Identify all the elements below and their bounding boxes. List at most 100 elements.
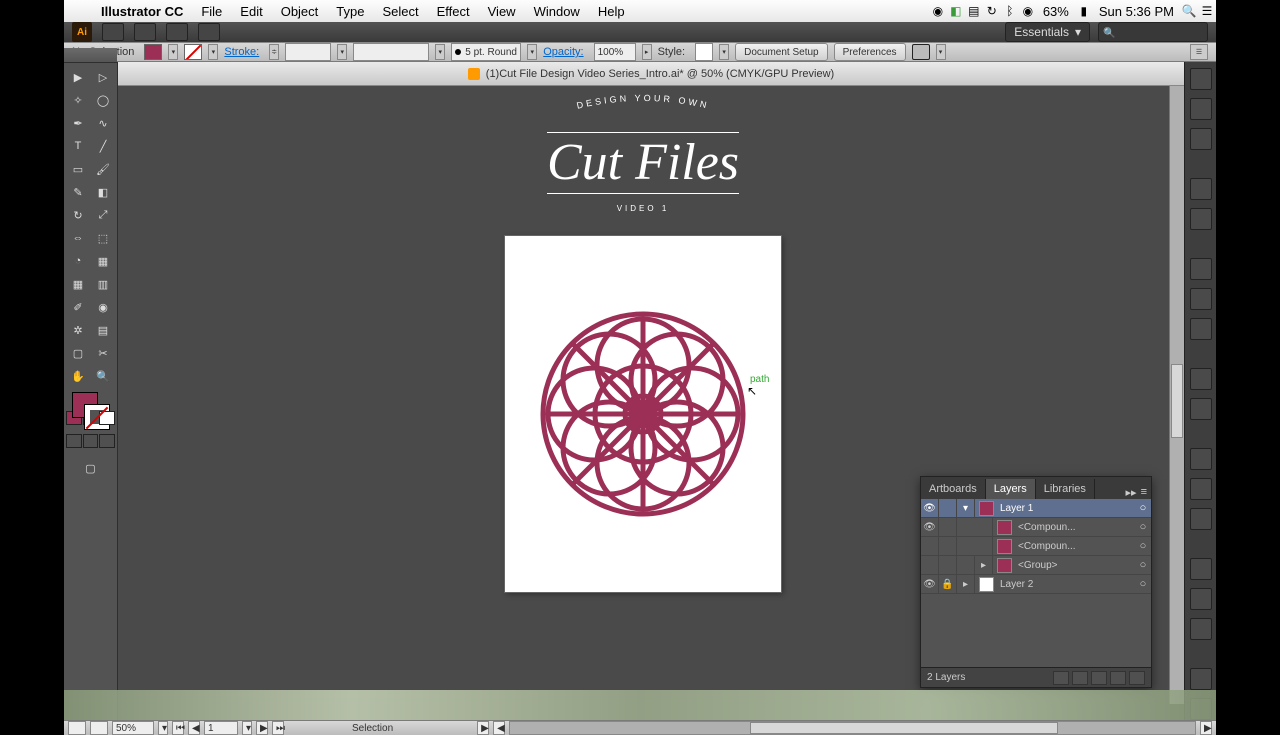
canvas-area[interactable]: (1)Cut File Design Video Series_Intro.ai… — [118, 62, 1184, 720]
color-guide-icon[interactable] — [1190, 98, 1212, 120]
menu-view[interactable]: View — [479, 4, 525, 19]
layers-panel-icon[interactable] — [1190, 448, 1212, 470]
sb-icon-2[interactable] — [90, 721, 108, 735]
style-dd[interactable]: ▾ — [719, 44, 729, 60]
type-tool[interactable]: T — [66, 135, 90, 157]
sb-icon-1[interactable] — [68, 721, 86, 735]
opacity-dd[interactable]: ▸ — [642, 44, 652, 60]
stroke-swatch[interactable] — [184, 44, 202, 60]
lock-toggle[interactable]: 🔒 — [939, 575, 957, 593]
menu-file[interactable]: File — [192, 4, 231, 19]
wifi-icon[interactable]: ◉ — [1019, 4, 1037, 18]
spotlight-icon[interactable]: 🔍 — [1180, 4, 1198, 18]
symbols-panel-icon[interactable] — [1190, 208, 1212, 230]
menu-type[interactable]: Type — [327, 4, 373, 19]
pen-tool[interactable]: ✒ — [66, 112, 90, 134]
selection-tool[interactable]: ▶ — [66, 66, 90, 88]
menu-help[interactable]: Help — [589, 4, 634, 19]
eyedropper-tool[interactable]: ✐ — [66, 296, 90, 318]
workspace-switcher[interactable]: Essentials ▾ — [1005, 22, 1090, 42]
recording-icon[interactable]: ◉ — [929, 4, 947, 18]
fill-dropdown[interactable]: ▾ — [168, 44, 178, 60]
hand-tool[interactable]: ✋ — [66, 365, 90, 387]
stroke-weight-stepper[interactable]: ≑ — [269, 44, 279, 60]
style-swatch[interactable] — [695, 43, 713, 61]
rotate-tool[interactable]: ↻ — [66, 204, 90, 226]
panel-collapse-icon[interactable]: ▸▸ — [1126, 486, 1137, 499]
width-tool[interactable]: ⇔ — [66, 227, 90, 249]
bluetooth-icon[interactable]: ᛒ — [1001, 4, 1019, 18]
graph-tool[interactable]: ▤ — [91, 319, 115, 341]
magic-wand-tool[interactable]: ✧ — [66, 89, 90, 111]
menu-edit[interactable]: Edit — [231, 4, 271, 19]
align-panel-icon[interactable] — [1190, 668, 1212, 690]
layer-name[interactable]: Layer 1 — [998, 503, 1135, 514]
layer-row[interactable]: 👁 🔒 ▸ Layer 2 ○ — [921, 575, 1151, 594]
visibility-toggle[interactable]: 👁 — [921, 518, 939, 536]
visibility-toggle[interactable]: 👁 — [921, 499, 939, 517]
horizontal-scrollbar[interactable] — [509, 721, 1196, 735]
align-dd[interactable]: ▾ — [936, 44, 946, 60]
sb-play-icon[interactable]: ▶ — [477, 721, 489, 735]
brush-dd[interactable]: ▾ — [527, 44, 537, 60]
stroke-panel-icon[interactable] — [1190, 258, 1212, 280]
target-icon[interactable]: ○ — [1135, 521, 1151, 533]
doc-setup-button[interactable]: Document Setup — [735, 43, 828, 61]
opacity-link[interactable]: Opacity: — [543, 46, 583, 58]
control-menu-icon[interactable]: ☰ — [1190, 44, 1208, 60]
menu-effect[interactable]: Effect — [428, 4, 479, 19]
artboard-number[interactable]: 1 — [204, 721, 238, 735]
opacity-input[interactable]: 100% — [594, 43, 636, 61]
menu-window[interactable]: Window — [525, 4, 589, 19]
swatches-panel-icon[interactable] — [1190, 128, 1212, 150]
nav-next-icon[interactable]: ▶ — [256, 721, 268, 735]
battery-icon[interactable]: ▮ — [1075, 4, 1093, 18]
expand-toggle[interactable]: ▸ — [975, 556, 993, 574]
expand-toggle[interactable]: ▸ — [957, 575, 975, 593]
align-icon[interactable] — [912, 44, 930, 60]
draw-mode-normal[interactable] — [66, 434, 82, 448]
zoom-dd[interactable]: ▾ — [158, 721, 168, 735]
bridge-icon[interactable] — [102, 23, 124, 41]
target-icon[interactable]: ○ — [1135, 578, 1151, 590]
sync-icon[interactable]: ↻ — [983, 4, 1001, 18]
perspective-tool[interactable]: ▦ — [91, 250, 115, 272]
blend-tool[interactable]: ◉ — [91, 296, 115, 318]
layer-name[interactable]: Layer 2 — [998, 579, 1135, 590]
zoom-input[interactable]: 50% — [112, 721, 154, 735]
paintbrush-tool[interactable]: 🖌 — [91, 158, 115, 180]
libraries-panel-icon[interactable] — [1190, 508, 1212, 530]
layer-name[interactable]: <Compoun... — [1016, 541, 1135, 552]
artboard-dd[interactable]: ▾ — [242, 721, 252, 735]
tab-libraries[interactable]: Libraries — [1036, 479, 1095, 499]
curvature-tool[interactable]: ∿ — [91, 112, 115, 134]
var-width-input[interactable] — [353, 43, 429, 61]
artboards-panel-icon[interactable] — [1190, 478, 1212, 500]
new-sublayer-icon[interactable] — [1091, 671, 1107, 685]
help-search-input[interactable]: 🔍 — [1098, 22, 1208, 42]
draw-mode-behind[interactable] — [83, 434, 99, 448]
visibility-toggle[interactable] — [921, 556, 939, 574]
brushes-panel-icon[interactable] — [1190, 178, 1212, 200]
make-clip-icon[interactable] — [1072, 671, 1088, 685]
layer-row[interactable]: 👁 ▾ Layer 1 ○ — [921, 499, 1151, 518]
stroke-dropdown[interactable]: ▾ — [208, 44, 218, 60]
layer-name[interactable]: <Group> — [1016, 560, 1135, 571]
cc-icon[interactable]: ▤ — [965, 4, 983, 18]
draw-mode-inside[interactable] — [99, 434, 115, 448]
target-icon[interactable]: ○ — [1135, 559, 1151, 571]
line-tool[interactable]: ╱ — [91, 135, 115, 157]
menu-object[interactable]: Object — [272, 4, 328, 19]
opentype-panel-icon[interactable] — [1190, 618, 1212, 640]
target-icon[interactable]: ○ — [1135, 502, 1151, 514]
zoom-tool[interactable]: 🔍 — [91, 365, 115, 387]
gradient-panel-icon[interactable] — [1190, 288, 1212, 310]
panel-menu-icon[interactable]: ≡ — [1141, 486, 1147, 499]
appearance-panel-icon[interactable] — [1190, 368, 1212, 390]
app-status-icon[interactable]: ◧ — [947, 4, 965, 18]
character-panel-icon[interactable] — [1190, 558, 1212, 580]
stock-icon[interactable] — [134, 23, 156, 41]
sb-scroll-right[interactable]: ▶ — [1200, 721, 1212, 735]
lasso-tool[interactable]: ◯ — [91, 89, 115, 111]
nav-first-icon[interactable]: ⏮ — [172, 721, 184, 735]
